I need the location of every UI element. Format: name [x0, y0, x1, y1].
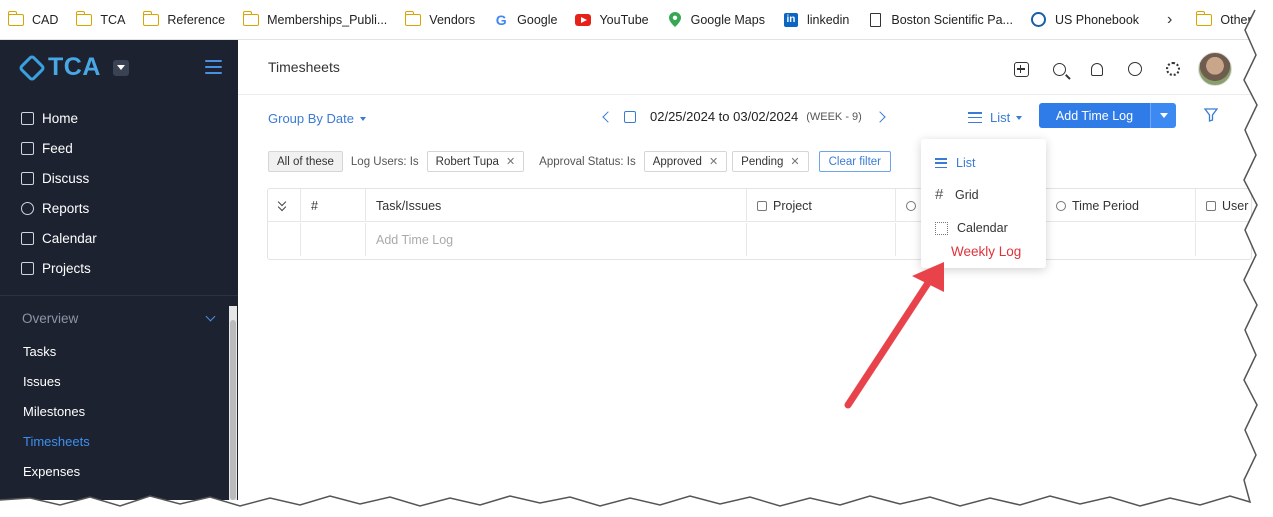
- screenshot-frame: CAD TCA Reference Memberships_Publi... V…: [0, 0, 1273, 517]
- torn-edge-frame: [0, 0, 1273, 517]
